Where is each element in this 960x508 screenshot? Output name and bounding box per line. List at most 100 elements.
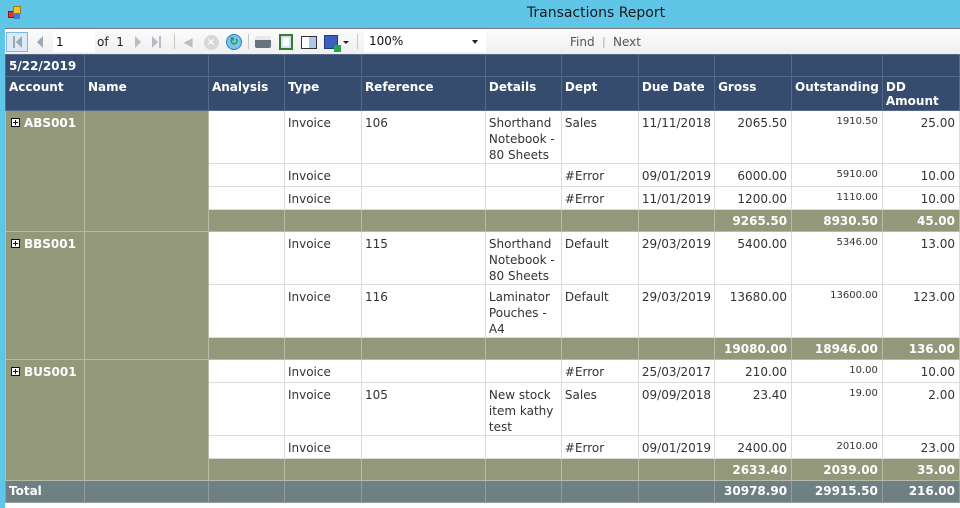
current-page-input[interactable] (53, 31, 95, 52)
column-header-gross: Gross (714, 76, 793, 111)
stop-button[interactable]: × (201, 32, 221, 52)
total-dd-amount: 216.00 (881, 480, 960, 503)
header-cell (560, 54, 639, 77)
analysis-cell (207, 284, 285, 338)
last-page-button[interactable] (148, 32, 166, 52)
previous-page-button[interactable] (31, 32, 49, 52)
dd-amount-cell: 13.00 (881, 231, 960, 285)
subtotal-empty-cell (207, 458, 285, 481)
zoom-select[interactable]: 100% (364, 31, 486, 52)
export-icon (323, 35, 341, 52)
header-cell (791, 54, 883, 77)
total-empty-cell (637, 480, 716, 503)
dd-amount-cell: 10.00 (881, 186, 960, 210)
title-bar: Transactions Report (0, 0, 960, 28)
subtotal-empty-cell (283, 337, 362, 360)
details-cell (484, 163, 562, 187)
table-row: ABS001 Invoice 106 Shorthand Notebook - 80 … (5, 110, 960, 232)
find-button[interactable]: Find (570, 35, 595, 49)
dept-cell: Sales (560, 110, 639, 164)
due-date-cell: 09/09/2018 (637, 382, 716, 436)
due-date-cell: 09/01/2019 (637, 163, 716, 187)
dept-cell: #Error (560, 359, 639, 383)
expand-icon[interactable] (11, 367, 20, 376)
outstanding-cell: 10.00 (791, 359, 883, 383)
subtotal-gross: 9265.50 (714, 209, 793, 232)
export-button[interactable] (322, 32, 350, 52)
expand-icon[interactable] (11, 239, 20, 248)
reference-cell: 106 (360, 110, 486, 164)
next-page-button[interactable] (130, 32, 146, 52)
column-header-outstanding: Outstanding (791, 76, 883, 111)
toolbar-separator (357, 34, 358, 49)
header-cell (637, 54, 716, 77)
account-name-cell (83, 110, 209, 232)
column-header-dept: Dept (560, 76, 639, 111)
total-outstanding: 29915.50 (791, 480, 883, 503)
subtotal-outstanding: 2039.00 (791, 458, 883, 481)
toolbar-separator (248, 34, 249, 49)
find-next-button[interactable]: Next (613, 35, 641, 49)
column-header-account: Account (5, 76, 85, 111)
due-date-cell: 29/03/2019 (637, 231, 716, 285)
toolbar-separator (174, 34, 175, 49)
gross-cell: 5400.00 (714, 231, 793, 285)
dept-cell: #Error (560, 186, 639, 210)
account-code[interactable]: BBS001 (24, 237, 76, 251)
transactions-table: 5/22/2019 Account Name Analysis Type Referenc… (5, 54, 960, 503)
dd-amount-cell: 2.00 (881, 382, 960, 436)
header-cell (83, 54, 209, 77)
header-cell (881, 54, 960, 77)
type-cell: Invoice (283, 284, 362, 338)
analysis-cell (207, 435, 285, 459)
print-layout-button[interactable] (276, 32, 296, 52)
subtotal-gross: 2633.40 (714, 458, 793, 481)
type-cell: Invoice (283, 382, 362, 436)
back-button[interactable]: ◀ (179, 32, 197, 52)
total-empty-cell (560, 480, 639, 503)
header-cell (360, 54, 486, 77)
account-group-cell: BBS001 (5, 231, 85, 360)
window-title-text: Transactions Report (526, 5, 666, 21)
gross-cell: 6000.00 (714, 163, 793, 187)
report-viewer: of 1 ◀ × ↻ 100% (5, 28, 960, 508)
dd-amount-cell: 10.00 (881, 359, 960, 383)
dd-amount-cell: 123.00 (881, 284, 960, 338)
next-page-icon (135, 36, 141, 48)
type-cell: Invoice (283, 186, 362, 210)
account-code[interactable]: ABS001 (24, 116, 76, 130)
subtotal-empty-cell (360, 209, 486, 232)
first-page-button[interactable] (6, 32, 28, 52)
type-cell: Invoice (283, 163, 362, 187)
chevron-down-icon (472, 40, 478, 44)
window-title: Transactions Report (0, 5, 960, 21)
details-cell: New stock item kathy test (484, 382, 562, 436)
outstanding-cell: 2010.00 (791, 435, 883, 459)
dept-cell: #Error (560, 435, 639, 459)
type-cell: Invoice (283, 110, 362, 164)
subtotal-gross: 19080.00 (714, 337, 793, 360)
subtotal-empty-cell (560, 458, 639, 481)
outstanding-cell: 5346.00 (791, 231, 883, 285)
subtotal-empty-cell (283, 458, 362, 481)
total-empty-cell (283, 480, 362, 503)
dept-cell: Default (560, 284, 639, 338)
subtotal-empty-cell (560, 337, 639, 360)
column-header-due-date: Due Date (637, 76, 716, 111)
column-header-details: Details (484, 76, 562, 111)
type-cell: Invoice (283, 435, 362, 459)
gross-cell: 2400.00 (714, 435, 793, 459)
refresh-button[interactable]: ↻ (224, 32, 244, 52)
header-cell (207, 54, 285, 77)
analysis-cell (207, 163, 285, 187)
details-cell (484, 186, 562, 210)
print-button[interactable] (253, 32, 273, 52)
expand-icon[interactable] (11, 118, 20, 127)
account-name-cell (83, 359, 209, 481)
account-code[interactable]: BUS001 (24, 365, 77, 379)
page-setup-button[interactable] (299, 32, 319, 52)
reference-cell: 116 (360, 284, 486, 338)
due-date-cell: 11/11/2018 (637, 110, 716, 164)
analysis-cell (207, 110, 285, 164)
reference-cell (360, 359, 486, 383)
